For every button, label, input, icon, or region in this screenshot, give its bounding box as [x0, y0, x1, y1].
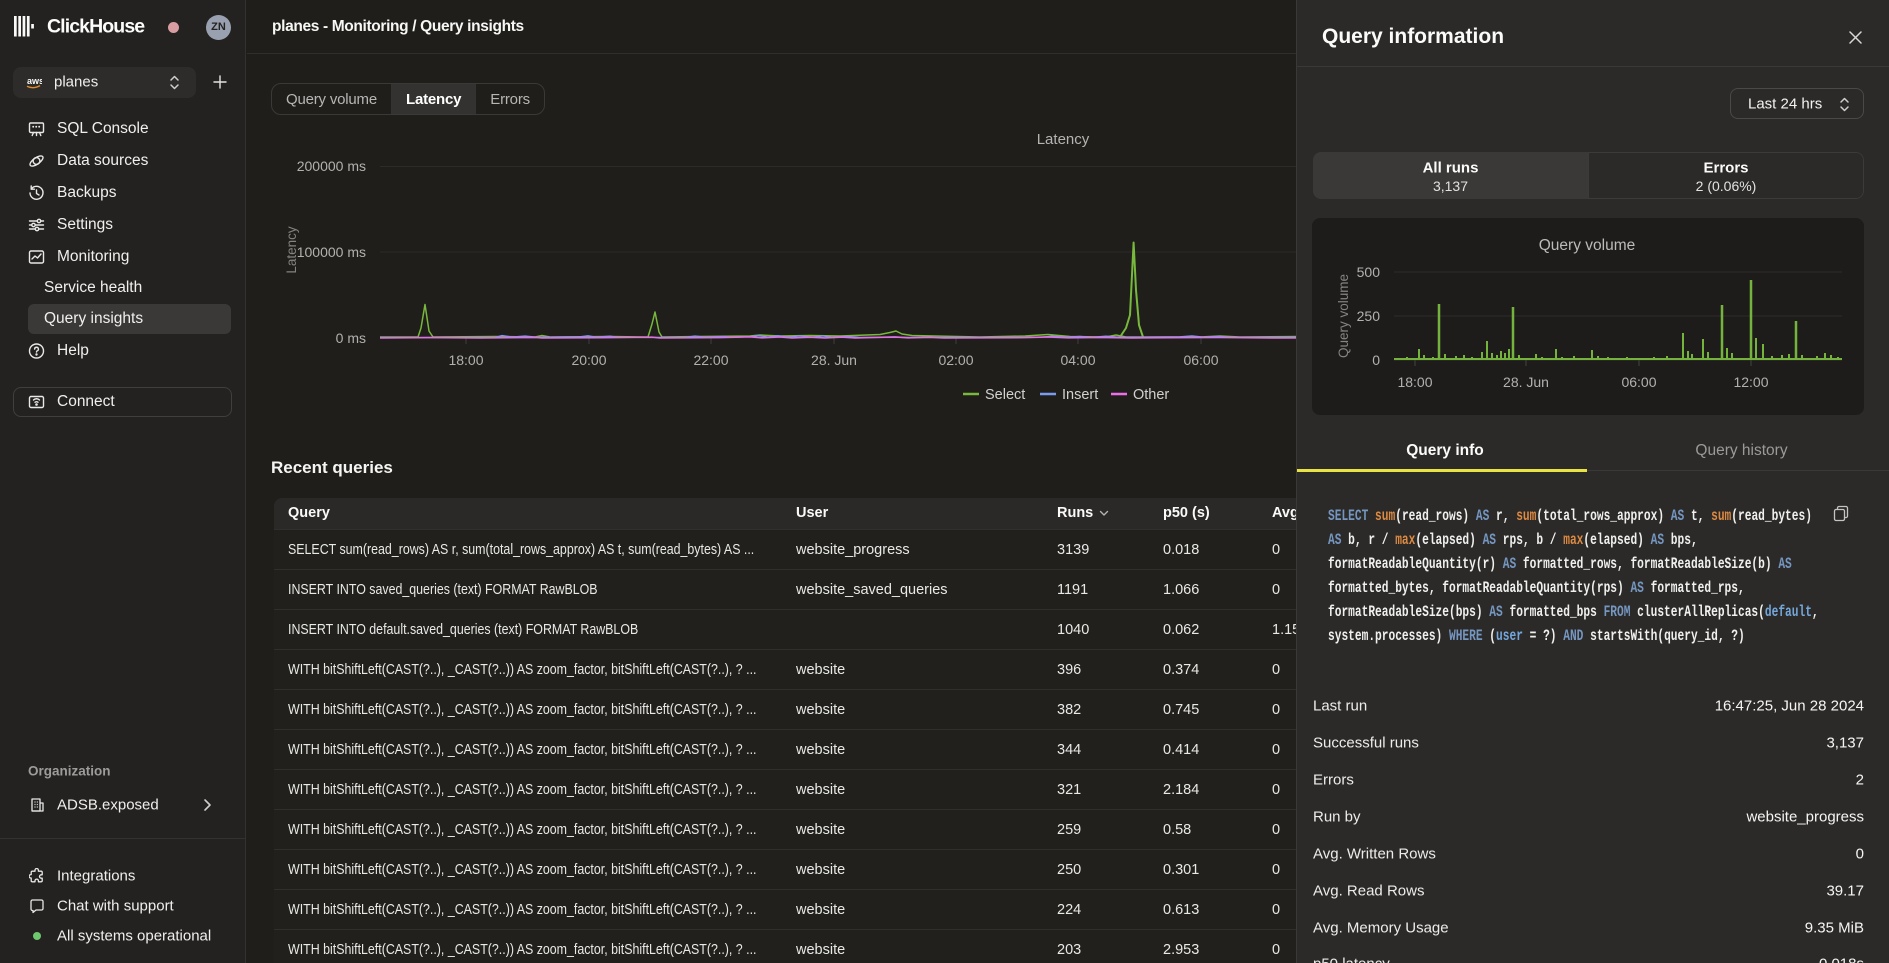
- svg-text:250: 250: [1357, 308, 1381, 324]
- svg-text:22:00: 22:00: [693, 352, 728, 368]
- svg-text:Latency: Latency: [1037, 131, 1090, 148]
- svg-text:02:00: 02:00: [938, 352, 973, 368]
- svg-text:04:00: 04:00: [1060, 352, 1095, 368]
- svg-text:Select: Select: [985, 387, 1025, 403]
- svg-text:Other: Other: [1133, 387, 1169, 403]
- svg-text:28. Jun: 28. Jun: [811, 352, 857, 368]
- svg-text:20:00: 20:00: [571, 352, 606, 368]
- svg-text:Insert: Insert: [1062, 387, 1098, 403]
- svg-text:18:00: 18:00: [1397, 374, 1432, 390]
- svg-text:06:00: 06:00: [1621, 374, 1656, 390]
- svg-text:Query volume: Query volume: [1336, 274, 1351, 358]
- svg-text:500: 500: [1357, 264, 1381, 280]
- svg-text:100000 ms: 100000 ms: [297, 244, 366, 260]
- svg-text:0 ms: 0 ms: [336, 330, 366, 346]
- svg-text:200000 ms: 200000 ms: [297, 158, 366, 174]
- svg-text:06:00: 06:00: [1183, 352, 1218, 368]
- svg-text:Query volume: Query volume: [1539, 237, 1635, 254]
- svg-text:0: 0: [1372, 352, 1380, 368]
- svg-text:18:00: 18:00: [448, 352, 483, 368]
- svg-text:28. Jun: 28. Jun: [1503, 374, 1549, 390]
- svg-text:aws: aws: [27, 76, 42, 86]
- svg-text:12:00: 12:00: [1733, 374, 1768, 390]
